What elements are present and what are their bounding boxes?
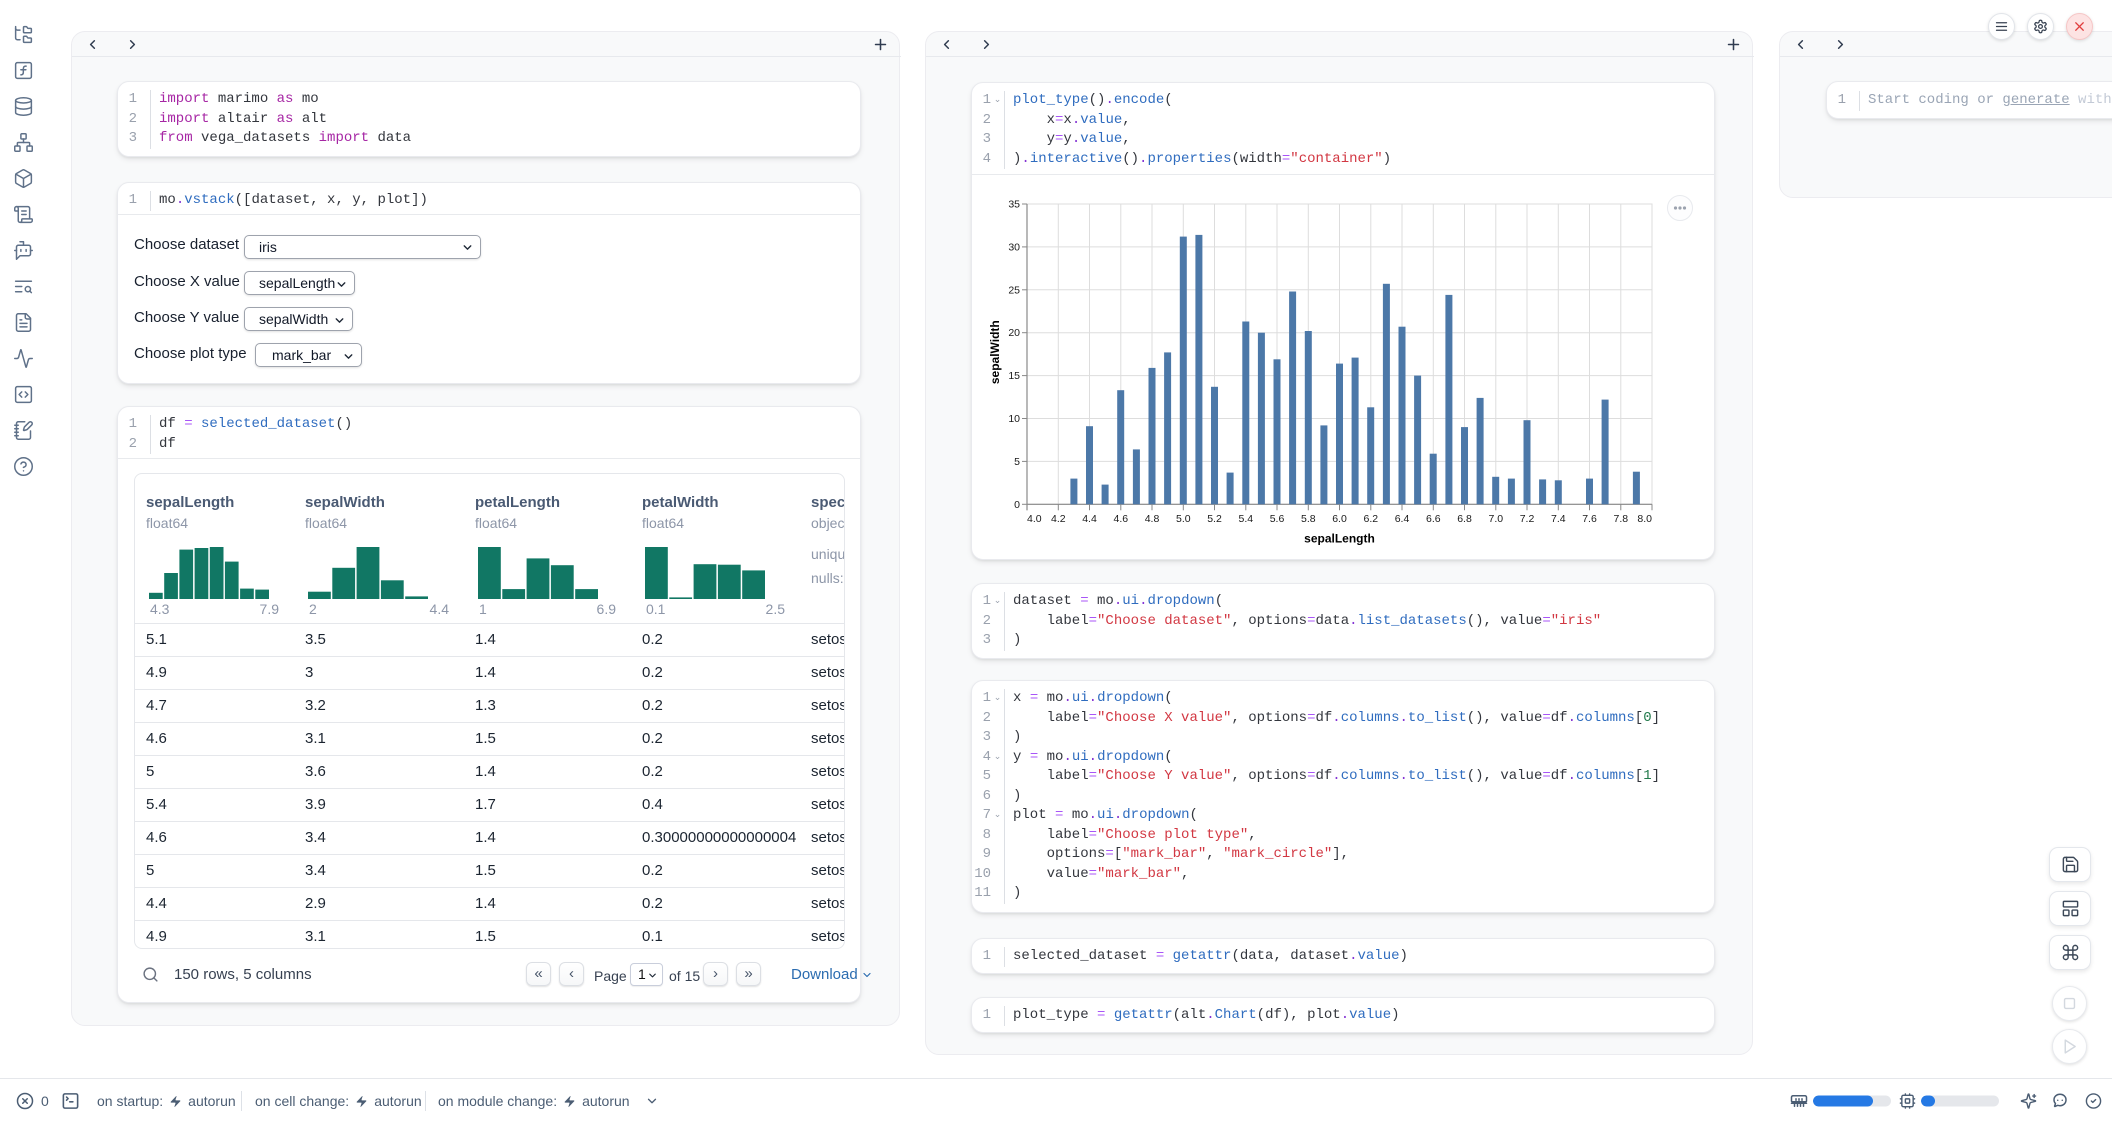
- svg-text:4.6: 4.6: [1113, 513, 1128, 525]
- svg-text:5.2: 5.2: [1207, 513, 1222, 525]
- svg-text:4.4: 4.4: [1082, 513, 1097, 525]
- svg-text:4.2: 4.2: [1051, 513, 1066, 525]
- svg-text:20: 20: [1008, 327, 1020, 339]
- svg-text:5.8: 5.8: [1301, 513, 1316, 525]
- svg-text:25: 25: [1008, 284, 1020, 296]
- svg-text:sepalWidth: sepalWidth: [988, 320, 1002, 384]
- svg-text:6.0: 6.0: [1332, 513, 1347, 525]
- svg-text:7.0: 7.0: [1488, 513, 1503, 525]
- svg-text:5.0: 5.0: [1176, 513, 1191, 525]
- svg-text:35: 35: [1008, 199, 1020, 211]
- svg-text:7.2: 7.2: [1520, 513, 1535, 525]
- svg-text:sepalLength: sepalLength: [1304, 531, 1375, 545]
- svg-text:10: 10: [1008, 413, 1020, 425]
- svg-text:6.8: 6.8: [1457, 513, 1472, 525]
- svg-text:15: 15: [1008, 370, 1020, 382]
- svg-text:4.0: 4.0: [1027, 513, 1042, 525]
- svg-text:30: 30: [1008, 241, 1020, 253]
- svg-text:6.6: 6.6: [1426, 513, 1441, 525]
- svg-text:6.4: 6.4: [1395, 513, 1410, 525]
- svg-text:8.0: 8.0: [1637, 513, 1652, 525]
- svg-text:4.8: 4.8: [1145, 513, 1160, 525]
- svg-text:5.4: 5.4: [1238, 513, 1253, 525]
- svg-text:0: 0: [1014, 499, 1020, 511]
- svg-text:5: 5: [1014, 456, 1020, 468]
- svg-text:7.8: 7.8: [1613, 513, 1628, 525]
- svg-text:5.6: 5.6: [1270, 513, 1285, 525]
- svg-text:6.2: 6.2: [1363, 513, 1378, 525]
- svg-text:7.6: 7.6: [1582, 513, 1597, 525]
- svg-text:7.4: 7.4: [1551, 513, 1566, 525]
